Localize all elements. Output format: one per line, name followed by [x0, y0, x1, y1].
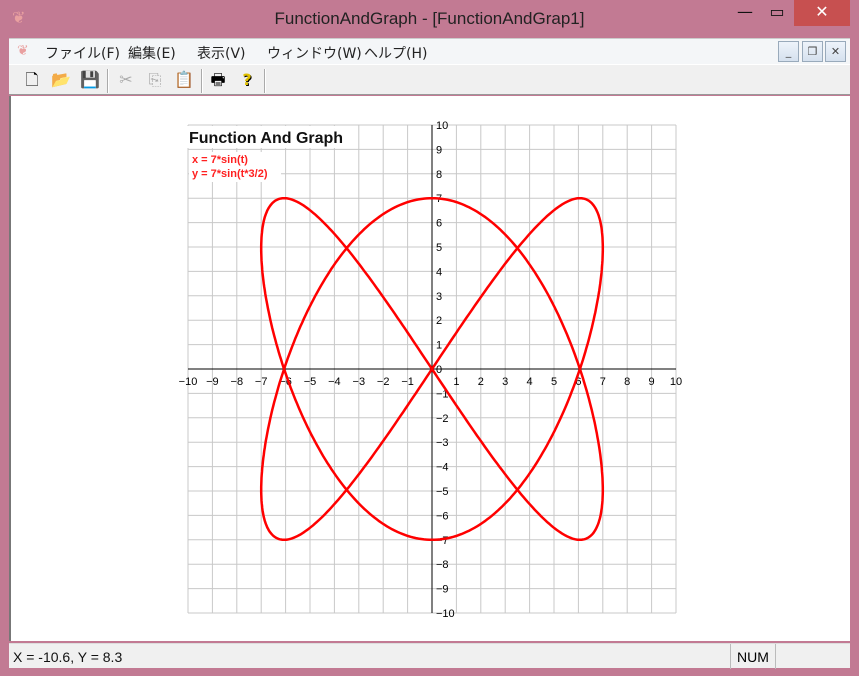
y-tick-label: −8: [436, 559, 449, 571]
y-tick-label: 10: [436, 120, 448, 132]
x-tick-label: −4: [328, 376, 341, 388]
equation-y: y = 7*sin(t*3/2): [192, 168, 268, 180]
graph-title: Function And Graph: [189, 130, 343, 147]
menu-file[interactable]: ファイル(F): [45, 43, 120, 63]
x-tick-label: 9: [649, 376, 655, 388]
x-tick-label: 1: [453, 376, 459, 388]
x-tick-label: 2: [478, 376, 484, 388]
separator: [107, 69, 109, 93]
y-tick-label: −9: [436, 584, 449, 596]
menu-help[interactable]: ヘルプ(H): [364, 43, 427, 63]
x-tick-label: −1: [401, 376, 414, 388]
open-folder-icon[interactable]: 📂: [50, 69, 72, 91]
x-tick-label: −3: [353, 376, 366, 388]
x-tick-label: 8: [624, 376, 630, 388]
cursor-coordinates: X = -10.6, Y = 8.3: [13, 649, 123, 665]
copy-icon[interactable]: ⎘: [144, 69, 166, 91]
x-tick-label: −2: [377, 376, 390, 388]
x-tick-label: 10: [670, 376, 682, 388]
y-tick-label: 4: [436, 266, 442, 278]
y-tick-label: 8: [436, 169, 442, 181]
print-icon[interactable]: 🖶: [207, 69, 229, 91]
y-tick-label: 1: [436, 340, 442, 352]
x-tick-label: −5: [304, 376, 317, 388]
y-tick-label: 2: [436, 315, 442, 327]
y-tick-label: 5: [436, 242, 442, 254]
child-restore-button[interactable]: ❐: [802, 41, 823, 62]
graph-canvas[interactable]: −10 −9 −8 −7 −6 −5 −4 −3 −2 −1 1 2 3 4 5 6 7 8 9 10 −10 −9 −8 −…: [11, 96, 850, 641]
y-tick-label: −3: [436, 437, 449, 449]
separator: [201, 69, 203, 93]
y-tick-label: −5: [436, 486, 449, 498]
x-tick-label: 5: [551, 376, 557, 388]
paste-icon[interactable]: 📋: [173, 69, 195, 91]
menu-view[interactable]: 表示(V): [197, 43, 246, 63]
y-tick-label: 3: [436, 291, 442, 303]
separator: [264, 69, 266, 93]
child-minimize-button[interactable]: _: [778, 41, 799, 62]
x-tick-label: −7: [255, 376, 268, 388]
save-icon[interactable]: 💾: [79, 69, 101, 91]
new-file-icon[interactable]: 🗋: [21, 69, 43, 91]
y-tick-label: 6: [436, 218, 442, 230]
child-close-button[interactable]: ✕: [825, 41, 846, 62]
num-lock-indicator: NUM: [730, 644, 776, 669]
menu-window[interactable]: ウィンドウ(W): [267, 43, 362, 63]
graph-view[interactable]: −10 −9 −8 −7 −6 −5 −4 −3 −2 −1 1 2 3 4 5 6 7 8 9 10 −10 −9 −8 −…: [9, 96, 850, 641]
equation-x: x = 7*sin(t): [192, 154, 248, 166]
y-tick-label: −6: [436, 510, 449, 522]
y-tick-label: −10: [436, 608, 455, 620]
x-tick-label: −9: [206, 376, 219, 388]
y-tick-label: −4: [436, 462, 449, 474]
x-tick-label: 4: [527, 376, 533, 388]
menu-bar: ❦ ファイル(F) 編集(E) 表示(V) ウィンドウ(W) ヘルプ(H) _ …: [9, 38, 850, 64]
menu-edit[interactable]: 編集(E): [128, 43, 176, 63]
x-tick-label: −8: [231, 376, 244, 388]
x-tick-label: 7: [600, 376, 606, 388]
cut-icon[interactable]: ✂: [115, 69, 137, 91]
y-tick-label: 9: [436, 144, 442, 156]
maximize-button[interactable]: ▭: [762, 0, 792, 26]
x-tick-label: 3: [502, 376, 508, 388]
x-tick-label: −10: [179, 376, 198, 388]
y-tick-label: −2: [436, 413, 449, 425]
minimize-button[interactable]: —: [730, 0, 760, 26]
close-button[interactable]: ✕: [794, 0, 850, 26]
status-bar: X = -10.6, Y = 8.3 NUM: [9, 643, 850, 669]
help-icon[interactable]: ?: [236, 69, 258, 91]
toolbar: 🗋 📂 💾 ✂ ⎘ 📋 🖶 ?: [9, 64, 850, 95]
doc-icon[interactable]: ❦: [17, 43, 29, 59]
title-bar: ❦ FunctionAndGraph - [FunctionAndGrap1] …: [0, 0, 859, 38]
